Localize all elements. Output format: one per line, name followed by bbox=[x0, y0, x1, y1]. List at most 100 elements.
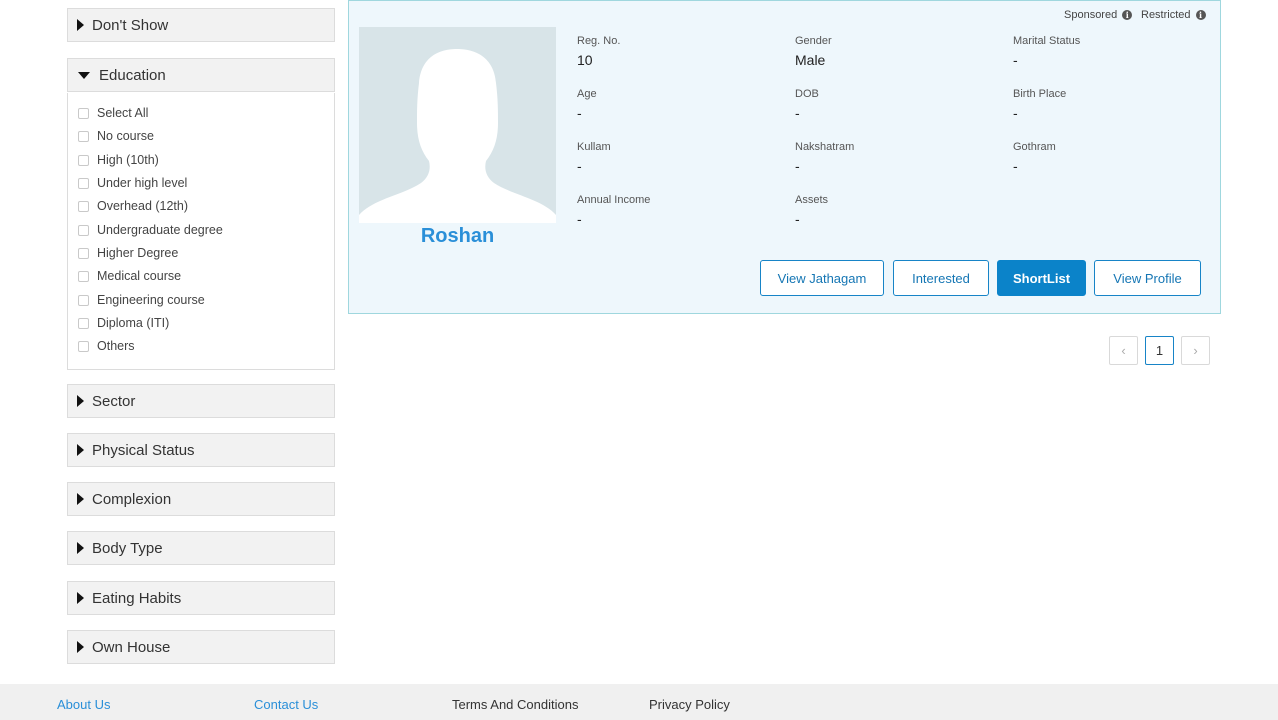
filter-sector[interactable]: Sector bbox=[67, 384, 335, 418]
field-value: - bbox=[795, 105, 800, 121]
option-label: Engineering course bbox=[97, 293, 205, 307]
view-profile-button[interactable]: View Profile bbox=[1094, 260, 1201, 296]
filter-own-house[interactable]: Own House bbox=[67, 630, 335, 664]
option-label: Higher Degree bbox=[97, 246, 179, 260]
checkbox[interactable] bbox=[78, 177, 89, 189]
field-age: Age - bbox=[577, 88, 597, 121]
field-label: Annual Income bbox=[577, 194, 651, 206]
tag-label: Restricted bbox=[1141, 9, 1191, 21]
field-label: Age bbox=[577, 88, 597, 100]
field-label: Nakshatram bbox=[795, 141, 855, 153]
field-label: Gender bbox=[795, 35, 832, 47]
education-option[interactable]: Engineering course bbox=[78, 290, 205, 310]
field-reg-no: Reg. No. 10 bbox=[577, 35, 620, 68]
education-option[interactable]: High (10th) bbox=[78, 150, 159, 170]
field-value: - bbox=[1013, 52, 1018, 68]
education-options: Select All No course High (10th) Under h… bbox=[67, 93, 335, 370]
filter-label: Own House bbox=[92, 638, 171, 656]
caret-right-icon bbox=[77, 542, 84, 554]
checkbox[interactable] bbox=[78, 154, 89, 166]
option-label: High (10th) bbox=[97, 153, 159, 167]
field-nakshatram: Nakshatram - bbox=[795, 141, 854, 174]
filter-physical-status[interactable]: Physical Status bbox=[67, 433, 335, 467]
caret-right-icon bbox=[77, 444, 84, 456]
education-option[interactable]: Others bbox=[78, 336, 135, 356]
option-label: Others bbox=[97, 339, 135, 353]
pagination-page-1[interactable]: 1 bbox=[1145, 336, 1174, 365]
field-label: Assets bbox=[795, 194, 829, 206]
profile-card: Roshan Sponsored i Restricted i Reg. No.… bbox=[348, 0, 1221, 314]
field-value: - bbox=[1013, 105, 1018, 121]
checkbox[interactable] bbox=[78, 107, 89, 119]
field-marital-status: Marital Status - bbox=[1013, 35, 1080, 68]
option-label: Overhead (12th) bbox=[97, 199, 189, 213]
education-option[interactable]: Higher Degree bbox=[78, 243, 178, 263]
education-option[interactable]: Undergraduate degree bbox=[78, 220, 223, 240]
field-annual-income: Annual Income - bbox=[577, 194, 650, 227]
caret-right-icon bbox=[77, 19, 84, 31]
filter-education[interactable]: Education bbox=[67, 58, 335, 92]
option-label: Undergraduate degree bbox=[97, 223, 223, 237]
checkbox[interactable] bbox=[78, 247, 89, 259]
education-option[interactable]: No course bbox=[78, 126, 154, 146]
checkbox[interactable] bbox=[78, 340, 89, 352]
footer-terms-link[interactable]: Terms And Conditions bbox=[452, 697, 578, 712]
education-option[interactable]: Medical course bbox=[78, 266, 181, 286]
field-value: - bbox=[795, 158, 800, 174]
caret-right-icon bbox=[77, 493, 84, 505]
education-option[interactable]: Diploma (ITI) bbox=[78, 313, 169, 333]
education-option[interactable]: Under high level bbox=[78, 173, 187, 193]
field-value: 10 bbox=[577, 52, 593, 68]
tag-label: Sponsored bbox=[1064, 9, 1118, 21]
checkbox[interactable] bbox=[78, 317, 89, 329]
checkbox[interactable] bbox=[78, 294, 89, 306]
checkbox[interactable] bbox=[78, 224, 89, 236]
education-option[interactable]: Overhead (12th) bbox=[78, 196, 188, 216]
footer-privacy-link[interactable]: Privacy Policy bbox=[649, 697, 730, 712]
option-label: Diploma (ITI) bbox=[97, 316, 170, 330]
filter-label: Education bbox=[99, 66, 166, 84]
field-value: Male bbox=[795, 52, 826, 68]
caret-right-icon bbox=[77, 641, 84, 653]
view-jathagam-button[interactable]: View Jathagam bbox=[760, 260, 884, 296]
info-icon[interactable]: i bbox=[1195, 10, 1206, 20]
field-label: Kullam bbox=[577, 141, 611, 153]
field-label: Birth Place bbox=[1013, 88, 1067, 100]
caret-right-icon bbox=[77, 592, 84, 604]
info-icon[interactable]: i bbox=[1122, 10, 1133, 20]
field-assets: Assets - bbox=[795, 194, 828, 227]
field-value: - bbox=[577, 105, 582, 121]
field-label: Gothram bbox=[1013, 141, 1056, 153]
shortlist-button[interactable]: ShortList bbox=[997, 260, 1086, 296]
checkbox[interactable] bbox=[78, 200, 89, 212]
person-silhouette-icon bbox=[359, 49, 556, 223]
option-label: Under high level bbox=[97, 176, 188, 190]
pagination-prev-button[interactable]: ‹ bbox=[1109, 336, 1138, 365]
option-label: Select All bbox=[97, 106, 149, 120]
field-kullam: Kullam - bbox=[577, 141, 611, 174]
field-label: Reg. No. bbox=[577, 35, 621, 47]
footer-contact-link[interactable]: Contact Us bbox=[254, 697, 318, 712]
interested-button[interactable]: Interested bbox=[893, 260, 989, 296]
checkbox[interactable] bbox=[78, 130, 89, 142]
checkbox[interactable] bbox=[78, 270, 89, 282]
footer-about-link[interactable]: About Us bbox=[57, 697, 110, 712]
field-label: DOB bbox=[795, 88, 819, 100]
filter-complexion[interactable]: Complexion bbox=[67, 482, 335, 516]
filter-body-type[interactable]: Body Type bbox=[67, 531, 335, 565]
filter-dont-show[interactable]: Don't Show bbox=[67, 8, 335, 42]
field-value: - bbox=[577, 211, 582, 227]
caret-right-icon bbox=[77, 395, 84, 407]
filter-label: Sector bbox=[92, 392, 136, 410]
avatar bbox=[359, 27, 556, 223]
sponsored-tag: Sponsored i bbox=[1064, 9, 1133, 21]
footer: About Us Contact Us Terms And Conditions… bbox=[0, 684, 1278, 720]
pagination-next-button[interactable]: › bbox=[1181, 336, 1210, 365]
filter-eating-habits[interactable]: Eating Habits bbox=[67, 581, 335, 615]
education-option-select-all[interactable]: Select All bbox=[78, 103, 148, 123]
field-value: - bbox=[1013, 158, 1018, 174]
field-value: - bbox=[795, 211, 800, 227]
profile-name[interactable]: Roshan bbox=[359, 225, 556, 248]
field-label: Marital Status bbox=[1013, 35, 1081, 47]
field-value: - bbox=[577, 158, 582, 174]
